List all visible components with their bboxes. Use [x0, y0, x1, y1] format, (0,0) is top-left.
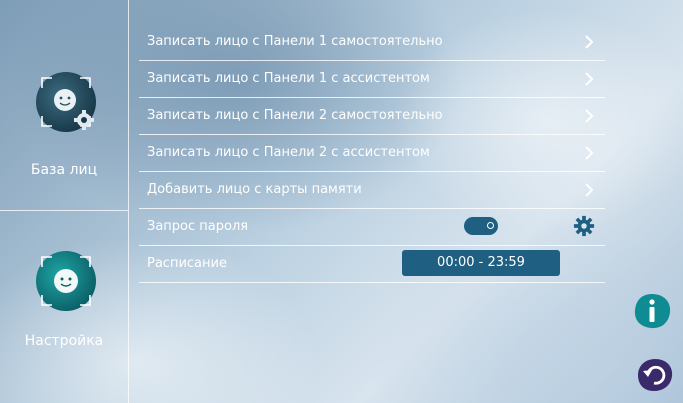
menu-row-label: Записать лицо с Панели 1 с ассистентом — [147, 71, 430, 86]
menu-row-label: Записать лицо с Панели 2 самостоятельно — [147, 108, 443, 123]
sidebar-item-face-database[interactable]: База лиц — [0, 0, 128, 210]
menu-row-label: Записать лицо с Панели 2 с ассистентом — [147, 145, 430, 160]
back-icon[interactable] — [636, 358, 674, 392]
chevron-right-icon — [585, 109, 594, 123]
face-menu: Записать лицо с Панели 1 самостоятельно … — [139, 24, 605, 283]
menu-row-panel2-assistant[interactable]: Записать лицо с Панели 2 с ассистентом — [139, 135, 605, 172]
menu-row-memory-card[interactable]: Добавить лицо с карты памяти — [139, 172, 605, 209]
info-icon[interactable] — [632, 292, 672, 330]
menu-row-panel1-self[interactable]: Записать лицо с Панели 1 самостоятельно — [139, 24, 605, 61]
menu-row-panel1-assistant[interactable]: Записать лицо с Панели 1 с ассистентом — [139, 61, 605, 98]
sidebar: База лиц Настройка — [0, 0, 129, 403]
chevron-right-icon — [585, 183, 594, 197]
face-icon — [32, 247, 100, 315]
sidebar-item-label: Настройка — [24, 333, 104, 349]
menu-row-schedule: Расписание 00:00 - 23:59 — [139, 246, 605, 283]
password-request-label: Запрос пароля — [147, 219, 249, 234]
chevron-right-icon — [585, 35, 594, 49]
gear-icon[interactable] — [573, 215, 595, 237]
toggle-knob — [487, 222, 494, 229]
chevron-right-icon — [585, 146, 594, 160]
sidebar-item-label: База лиц — [30, 162, 98, 178]
schedule-time-button[interactable]: 00:00 - 23:59 — [402, 250, 560, 276]
menu-row-label: Записать лицо с Панели 1 самостоятельно — [147, 34, 443, 49]
chevron-right-icon — [585, 72, 594, 86]
face-gear-icon — [32, 68, 100, 136]
password-request-toggle[interactable] — [464, 217, 498, 235]
schedule-label: Расписание — [147, 256, 227, 271]
menu-row-label: Добавить лицо с карты памяти — [147, 182, 362, 197]
menu-row-panel2-self[interactable]: Записать лицо с Панели 2 самостоятельно — [139, 98, 605, 135]
menu-row-password-request: Запрос пароля — [139, 209, 605, 246]
sidebar-item-settings[interactable]: Настройка — [0, 211, 128, 403]
